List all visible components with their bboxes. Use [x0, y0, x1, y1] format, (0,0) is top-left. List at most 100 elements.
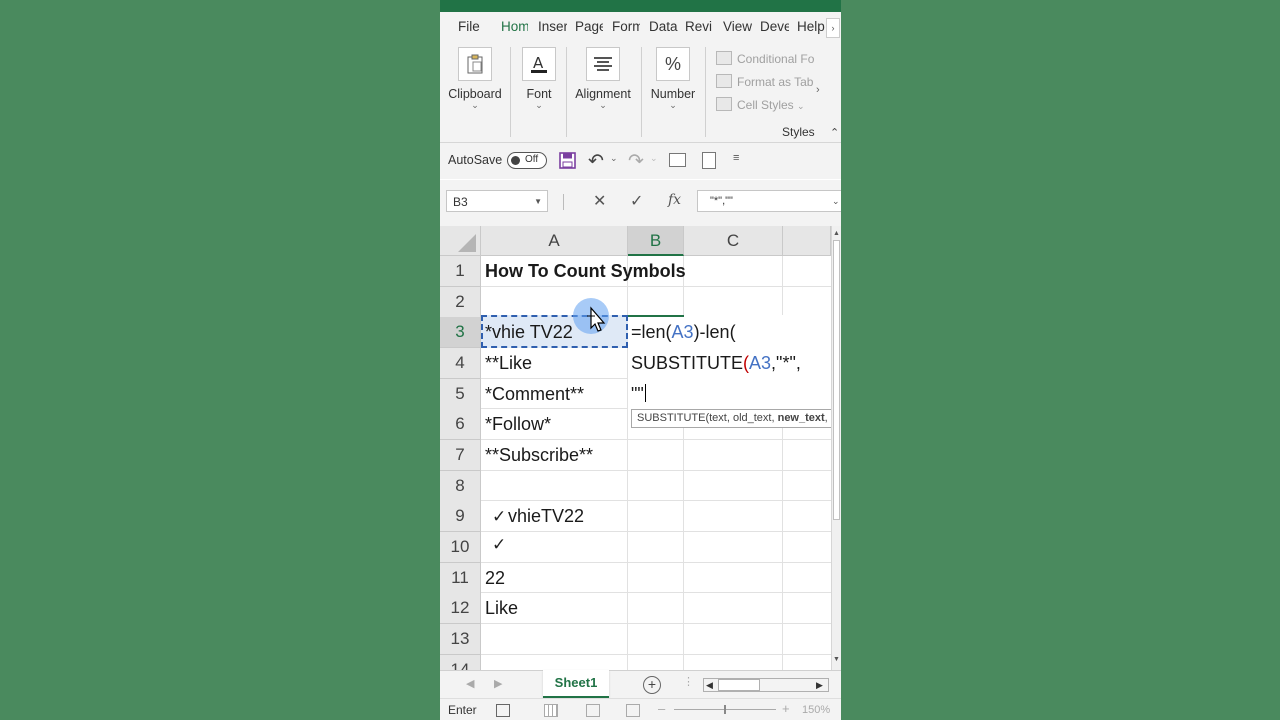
column-header-d[interactable]	[783, 226, 831, 256]
cell-a4[interactable]: **Like	[485, 348, 532, 378]
status-bar: Enter – + 150%	[440, 698, 841, 720]
formula-edit-line-2: SUBSTITUTE(A3,"*",	[631, 348, 801, 378]
horizontal-scrollbar[interactable]: ◀ ▶	[703, 678, 829, 692]
new-sheet-button[interactable]: +	[643, 676, 661, 694]
zoom-level[interactable]: 150%	[802, 704, 830, 716]
tab-home[interactable]: Hom	[501, 19, 528, 34]
customize-toolbar-icon[interactable]: ≡	[733, 152, 739, 164]
row-header[interactable]: 12	[440, 593, 481, 624]
form-icon[interactable]	[669, 153, 686, 167]
scroll-thumb[interactable]	[833, 240, 840, 520]
row-header[interactable]: 1	[440, 256, 481, 287]
row-header[interactable]: 2	[440, 287, 481, 318]
name-box[interactable]: B3 ▼	[446, 190, 548, 212]
cell-a1[interactable]: How To Count Symbols	[485, 256, 686, 286]
scroll-up-icon[interactable]: ▲	[833, 230, 840, 237]
scroll-right-icon[interactable]: ▶	[816, 679, 823, 692]
tab-insert[interactable]: Inser	[538, 19, 567, 34]
tab-data[interactable]: Data	[649, 19, 679, 34]
cell-a9[interactable]: vhieTV22	[508, 501, 584, 531]
cell-a11[interactable]: 22	[485, 563, 505, 593]
tabs-scroll-right-button[interactable]: ›	[826, 18, 840, 38]
ribbon-scroll-right-icon[interactable]: ›	[816, 84, 820, 96]
tab-file[interactable]: File	[458, 19, 484, 34]
tab-sheet1[interactable]: Sheet1	[543, 670, 609, 698]
zoom-slider[interactable]	[674, 705, 776, 714]
options-icon[interactable]: ⋮	[683, 675, 694, 688]
cell-a6[interactable]: *Follow*	[485, 409, 551, 439]
row-header[interactable]: 14	[440, 655, 481, 670]
clipboard-group[interactable]: Clipboard ⌄	[448, 47, 502, 110]
row-header[interactable]: 10	[440, 532, 481, 563]
zoom-slider-thumb[interactable]	[724, 705, 726, 714]
cell-a7[interactable]: **Subscribe**	[485, 440, 593, 470]
gridline	[481, 654, 831, 655]
cell-a5[interactable]: *Comment**	[485, 379, 584, 409]
alignment-label: Alignment	[575, 87, 631, 101]
tab-review[interactable]: Revi	[685, 19, 715, 34]
cell-styles-label: Cell Styles	[737, 98, 794, 112]
function-name: SUBSTITUTE	[631, 353, 744, 373]
alignment-group[interactable]: Alignment ⌄	[573, 47, 633, 110]
prev-sheet-icon[interactable]: ◀	[466, 677, 474, 690]
ribbon: Clipboard ⌄ A Font ⌄ Alignment ⌄ % Numbe…	[440, 42, 841, 143]
page-layout-view-icon[interactable]	[586, 704, 600, 717]
tab-developer[interactable]: Deve	[760, 19, 789, 34]
tab-view[interactable]: View	[723, 19, 753, 34]
move-cursor-icon	[583, 306, 607, 337]
scroll-left-icon[interactable]: ◀	[706, 679, 713, 692]
zoom-out-button[interactable]: –	[658, 701, 665, 716]
cell-styles-button[interactable]: Cell Styles ⌄	[716, 97, 805, 112]
row-header[interactable]: 13	[440, 624, 481, 655]
cell-a3[interactable]: *vhie TV22	[485, 317, 573, 347]
save-icon[interactable]	[559, 152, 576, 174]
scroll-down-icon[interactable]: ▼	[833, 656, 840, 663]
tooltip-text: ,	[824, 412, 828, 424]
cell-a12[interactable]: Like	[485, 593, 518, 623]
print-preview-icon[interactable]	[702, 152, 716, 169]
column-header-a[interactable]: A	[481, 226, 628, 256]
redo-dropdown-icon[interactable]: ⌄	[650, 153, 658, 164]
row-header[interactable]: 9	[440, 501, 481, 532]
column-header-b[interactable]: B	[628, 226, 684, 256]
row-header[interactable]: 8	[440, 471, 481, 502]
normal-view-icon[interactable]	[544, 704, 558, 717]
conditional-formatting-button[interactable]: Conditional Fo	[716, 51, 814, 66]
tab-formulas[interactable]: Form	[612, 19, 640, 34]
formula-input[interactable]: "*","" ⌄	[697, 190, 841, 212]
accessibility-icon[interactable]	[496, 704, 510, 717]
next-sheet-icon[interactable]: ▶	[494, 677, 502, 690]
row-header[interactable]: 5	[440, 379, 481, 410]
column-header-c[interactable]: C	[684, 226, 783, 256]
row-header[interactable]: 4	[440, 348, 481, 379]
insert-function-icon[interactable]: fx	[668, 192, 681, 208]
autosave-toggle[interactable]: Off	[507, 152, 547, 169]
row-header[interactable]: 11	[440, 563, 481, 594]
divider	[566, 47, 567, 137]
row-header[interactable]: 6	[440, 409, 481, 440]
page-break-view-icon[interactable]	[626, 704, 640, 717]
redo-icon[interactable]: ↷	[628, 150, 644, 173]
number-group[interactable]: % Number ⌄	[648, 47, 698, 110]
undo-icon[interactable]: ↶	[588, 150, 604, 173]
zoom-in-button[interactable]: +	[782, 701, 790, 716]
scroll-thumb[interactable]	[718, 679, 760, 691]
text-cursor	[644, 384, 646, 402]
gridline	[481, 286, 831, 287]
format-as-table-button[interactable]: Format as Tab	[716, 74, 813, 89]
tab-page-layout[interactable]: Page	[575, 19, 603, 34]
undo-dropdown-icon[interactable]: ⌄	[610, 153, 618, 164]
enter-icon[interactable]: ✓	[630, 191, 643, 211]
divider	[563, 194, 564, 210]
spreadsheet-grid[interactable]: A B C 1 2 3 4 5 6 7 8 9 10 11 12 13 14 H…	[440, 226, 841, 670]
chevron-down-icon: ⌄	[669, 100, 677, 110]
vertical-scrollbar[interactable]: ▲ ▼	[831, 226, 841, 670]
cancel-icon[interactable]: ✕	[593, 191, 606, 211]
row-header[interactable]: 7	[440, 440, 481, 471]
row-header[interactable]: 3	[440, 317, 481, 348]
styles-group-label: Styles	[782, 125, 815, 139]
select-all-corner[interactable]	[440, 226, 481, 256]
font-group[interactable]: A Font ⌄	[520, 47, 558, 110]
collapse-ribbon-icon[interactable]: ⌃	[830, 126, 839, 139]
tab-help[interactable]: Help	[797, 19, 825, 34]
